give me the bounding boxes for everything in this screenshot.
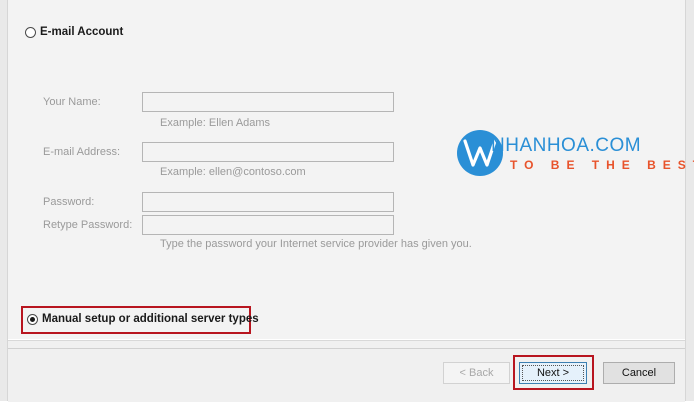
window-frame-left: [0, 0, 8, 401]
cancel-button[interactable]: Cancel: [603, 362, 675, 384]
button-bar-separator: [8, 348, 685, 349]
retype-password-label: Retype Password:: [43, 219, 133, 231]
password-input[interactable]: [142, 192, 394, 212]
manual-setup-option[interactable]: Manual setup or additional server types: [27, 313, 259, 325]
watermark-name: NHANHOA.COM: [491, 135, 642, 156]
retype-password-input[interactable]: [142, 215, 394, 235]
window-frame-right: [685, 0, 694, 401]
email-address-label: E-mail Address:: [43, 146, 121, 158]
watermark-tagline: TO BE THE BEST: [510, 158, 694, 172]
email-address-hint: Example: ellen@contoso.com: [160, 166, 306, 178]
email-account-radio[interactable]: [25, 26, 36, 38]
password-label: Password:: [43, 196, 95, 208]
your-name-label: Your Name:: [43, 96, 101, 108]
back-button[interactable]: < Back: [443, 362, 510, 384]
email-address-input[interactable]: [142, 142, 394, 162]
manual-setup-label: Manual setup or additional server types: [42, 313, 259, 325]
next-button[interactable]: Next >: [519, 362, 587, 384]
your-name-input[interactable]: [142, 92, 394, 112]
email-account-option[interactable]: E-mail Account: [25, 26, 123, 38]
email-account-label: E-mail Account: [40, 26, 124, 38]
manual-setup-radio[interactable]: [27, 313, 38, 325]
your-name-hint: Example: Ellen Adams: [160, 117, 271, 129]
nhanhoa-watermark: NHANHOA.COM TO BE THE BEST: [457, 130, 694, 190]
password-hint: Type the password your Internet service …: [160, 238, 472, 250]
